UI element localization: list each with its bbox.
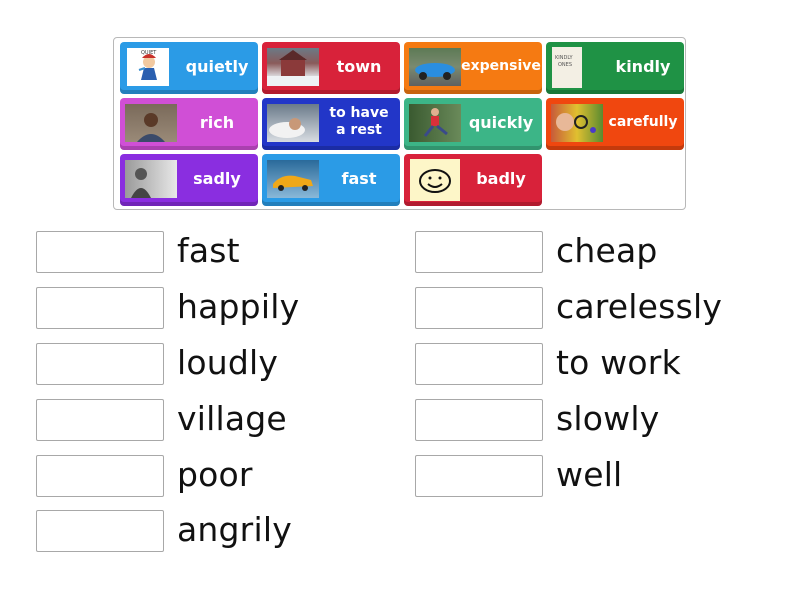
- tile-label: carefully: [608, 113, 678, 130]
- tile-town[interactable]: town: [262, 42, 400, 94]
- tile-label: sadly: [193, 168, 241, 188]
- target-label: poor: [177, 455, 253, 494]
- tile-label: town: [336, 56, 382, 76]
- tile-fast[interactable]: fast: [262, 154, 400, 206]
- drop-slot[interactable]: [415, 399, 543, 441]
- tile-label: to have a rest: [329, 105, 389, 138]
- man-portrait-image: [125, 104, 177, 142]
- drop-slot[interactable]: [36, 343, 164, 385]
- target-label: loudly: [177, 343, 279, 382]
- tile-expensive[interactable]: expensive: [404, 42, 542, 94]
- drop-slot[interactable]: [415, 343, 543, 385]
- svg-text:ONES: ONES: [558, 62, 572, 68]
- drop-slot[interactable]: [36, 510, 164, 552]
- tile-label: quickly: [468, 112, 534, 132]
- yellow-car-image: [267, 160, 319, 198]
- target-label: angrily: [177, 510, 292, 549]
- drop-slot[interactable]: [415, 287, 543, 329]
- target-label: slowly: [556, 399, 660, 438]
- tile-label: quietly: [185, 56, 249, 76]
- tile-label: rich: [199, 112, 235, 132]
- drop-slot[interactable]: [415, 455, 543, 497]
- running-boy-image: [409, 104, 461, 142]
- tile-label: expensive: [461, 57, 541, 74]
- smiley-drawing-image: [410, 159, 460, 201]
- sad-man-image: [125, 160, 177, 198]
- tile-quickly[interactable]: quickly: [404, 98, 542, 150]
- drop-slot[interactable]: [415, 231, 543, 273]
- tile-label: badly: [476, 168, 526, 188]
- target-label: happily: [177, 287, 300, 326]
- tile-label: kindly: [615, 56, 671, 76]
- snowy-town-image: [267, 48, 319, 86]
- svg-text:KINDLY: KINDLY: [555, 55, 573, 61]
- tile-rich[interactable]: rich: [120, 98, 258, 150]
- tile-sadly[interactable]: sadly: [120, 154, 258, 206]
- target-label: village: [177, 399, 287, 438]
- cartoon-girl-image: QUIET: [127, 48, 169, 86]
- tile-carefully[interactable]: carefully: [546, 98, 684, 150]
- boy-magnifier-image: [551, 104, 603, 142]
- tile-label: fast: [341, 168, 377, 188]
- drop-slot[interactable]: [36, 287, 164, 329]
- drop-slot[interactable]: [36, 399, 164, 441]
- drop-slot[interactable]: [36, 455, 164, 497]
- tile-badly[interactable]: badly: [404, 154, 542, 206]
- target-label: fast: [177, 231, 240, 270]
- blue-car-image: [409, 48, 461, 86]
- target-label: cheap: [556, 231, 658, 270]
- tile-kindly[interactable]: KINDLY ONES kindly: [546, 42, 684, 94]
- target-label: carelessly: [556, 287, 723, 326]
- tile-quietly[interactable]: QUIET quietly: [120, 42, 258, 94]
- sleeping-man-image: [267, 104, 319, 142]
- target-label: well: [556, 455, 623, 494]
- svg-text:QUIET: QUIET: [141, 50, 157, 56]
- tile-tray: QUIET quietly town expensive KINDLY ONES …: [113, 37, 686, 210]
- drop-slot[interactable]: [36, 231, 164, 273]
- target-label: to work: [556, 343, 681, 382]
- book-cover-image: KINDLY ONES: [552, 47, 582, 88]
- tile-to-have-a-rest[interactable]: to have a rest: [262, 98, 400, 150]
